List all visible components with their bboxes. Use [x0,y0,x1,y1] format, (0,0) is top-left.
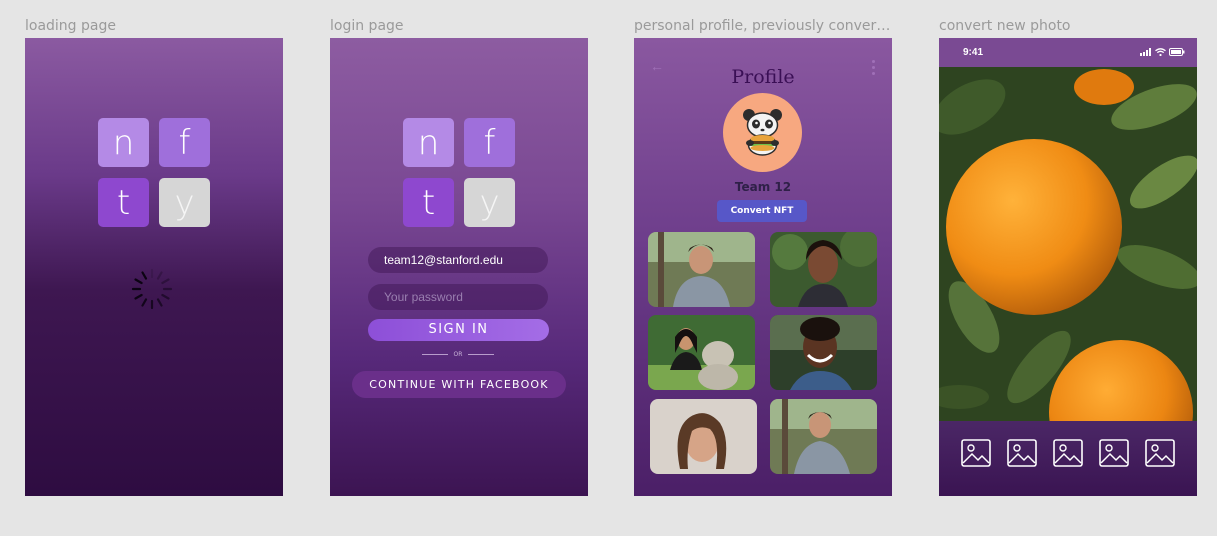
logo-tile-f: f [464,118,515,167]
profile-name: Team 12 [734,180,792,194]
password-field[interactable]: Your password [368,284,548,310]
status-time: 9:41 [963,47,984,58]
logo-tile-y: y [464,178,515,227]
image-icon[interactable] [1145,439,1175,467]
logo-tile-n: n [98,118,149,167]
logo-tile-n: n [403,118,454,167]
logo-tile-t: t [403,178,454,227]
loading-spinner-icon [131,268,173,310]
converted-photo[interactable] [648,232,755,307]
frame-label-convert: convert new photo [939,18,1071,34]
image-icon[interactable] [961,439,991,467]
loading-screen: n f t y [25,38,283,496]
divider-line [422,353,448,355]
status-icons [1140,48,1185,56]
convert-nft-button[interactable]: Convert NFT [717,200,807,222]
frame-label-profile: personal profile, previously converte... [634,18,892,34]
image-icon[interactable] [1099,439,1129,467]
logo-tile-y: y [159,178,210,227]
frame-label-login: login page [330,18,404,34]
logo-tile-t: t [98,178,149,227]
app-logo: n f t y [98,118,210,230]
converted-photo[interactable] [650,399,757,474]
or-divider: OR [422,349,494,359]
converted-photo[interactable] [770,232,877,307]
login-screen: n f t y team12@stanford.edu Your passwor… [330,38,588,496]
converted-photo[interactable] [648,315,755,390]
sign-in-button[interactable]: SIGN IN [368,319,549,341]
app-logo: n f t y [403,118,515,230]
photo-person-icon [648,315,755,390]
divider-line [468,353,494,355]
photo-person-icon [650,399,757,474]
battery-icon [1169,48,1185,56]
email-field[interactable]: team12@stanford.edu [368,247,548,273]
converted-photo[interactable] [770,399,877,474]
photo-person-icon [648,232,755,307]
photo-picker-bar [939,421,1197,496]
image-icon[interactable] [1053,439,1083,467]
photo-person-icon [770,399,877,474]
status-bar: 9:41 [939,38,1197,67]
logo-tile-f: f [159,118,210,167]
or-label: OR [453,350,463,358]
image-icon[interactable] [1007,439,1037,467]
convert-photo-screen: 9:41 [939,38,1197,496]
frame-label-loading: loading page [25,18,116,34]
avatar [723,93,802,172]
continue-with-facebook-button[interactable]: CONTINUE WITH FACEBOOK [352,371,566,398]
signal-icon [1140,48,1151,56]
photo-person-icon [770,232,877,307]
page-title: Profile [731,66,795,88]
panda-burger-avatar-icon [743,109,782,156]
selected-photo-oranges [939,67,1197,421]
wifi-icon [1155,48,1166,56]
photo-person-icon [770,315,877,390]
profile-screen: ← Profile Team 12 Convert NFT [634,38,892,496]
converted-photo[interactable] [770,315,877,390]
